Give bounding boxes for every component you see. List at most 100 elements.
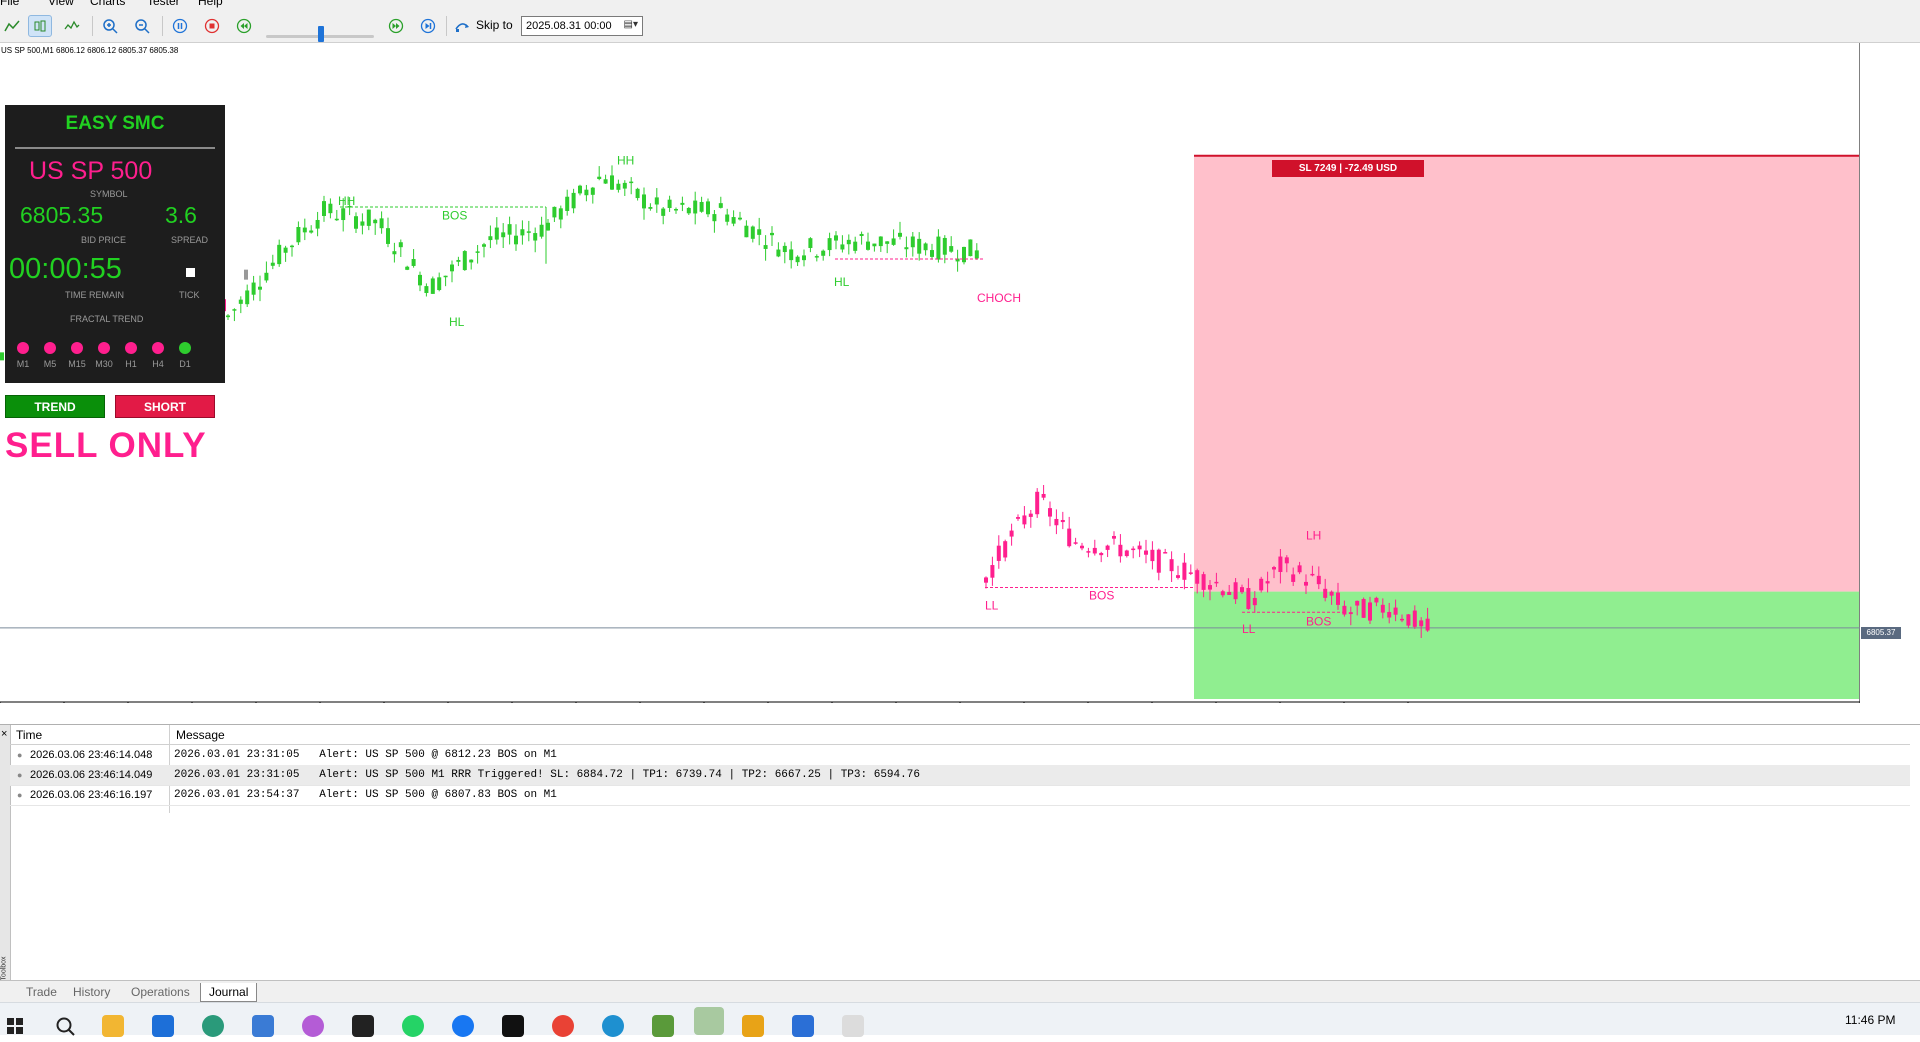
col-time-header[interactable]: Time — [16, 728, 42, 742]
candle-body — [552, 206, 557, 218]
candle-body — [315, 219, 320, 229]
speed-slider-thumb[interactable] — [318, 26, 324, 42]
journal-row[interactable]: ● 2026.03.06 23:46:14.049 2026.03.01 23:… — [10, 765, 1910, 786]
candle-body — [354, 216, 358, 229]
candle-body — [1400, 618, 1404, 621]
candle-body — [277, 244, 282, 265]
timeframe-label: M15 — [68, 359, 86, 369]
skip-to-date-input[interactable]: 2025.08.31 00:00 ▤▾ — [521, 16, 643, 36]
candle-body — [738, 217, 742, 220]
candle-body — [622, 182, 627, 189]
candle-body — [885, 241, 890, 244]
candle-body — [571, 192, 576, 209]
log-bullet-icon: ● — [17, 770, 23, 780]
candle-body — [558, 208, 563, 220]
candle-body — [1035, 491, 1040, 515]
timeframe-label: D1 — [179, 359, 191, 369]
menu-help[interactable]: Help — [198, 0, 223, 8]
skip-end-icon[interactable] — [416, 15, 440, 37]
tab-journal[interactable]: Journal — [200, 983, 258, 1002]
candle-body — [1067, 528, 1072, 547]
candle-body — [1310, 573, 1315, 576]
candle-body — [795, 256, 800, 263]
tab-operations[interactable]: Operations — [131, 983, 190, 1001]
candle-body — [949, 246, 954, 252]
candle-body — [1137, 545, 1142, 550]
stop-icon[interactable] — [200, 15, 224, 37]
tab-history[interactable]: History — [73, 983, 110, 1001]
chart-canvas[interactable]: 6901.496896.096890.696885.296879.896874.… — [0, 43, 1860, 703]
take-profit-zone — [1194, 591, 1859, 699]
calendar-dropdown-icon[interactable]: ▤▾ — [624, 19, 638, 30]
candle-body — [244, 269, 248, 280]
journal-row[interactable]: ● 2026.03.06 23:46:14.048 2026.03.01 23:… — [10, 745, 1910, 766]
journal-row[interactable]: ● 2026.03.06 23:46:16.197 2026.03.01 23:… — [10, 785, 1910, 806]
candle-body — [1163, 552, 1168, 554]
candle-body — [808, 238, 813, 248]
candle-body — [526, 231, 531, 233]
structure-label-hl1: HL — [449, 315, 465, 329]
skip-to-icon[interactable] — [450, 15, 474, 37]
rewind-icon[interactable] — [232, 15, 256, 37]
candle-body — [232, 309, 237, 311]
candle-body — [968, 239, 973, 257]
candle-body — [770, 232, 774, 236]
candle-body — [1028, 513, 1033, 517]
menu-charts[interactable]: Charts — [90, 0, 125, 8]
short-trading-button[interactable]: SHORT TRADING — [115, 395, 215, 437]
menu-file[interactable]: File — [0, 0, 19, 8]
windows-start-icon[interactable] — [6, 1017, 24, 1035]
candle-body — [283, 247, 288, 253]
zoom-out-icon[interactable] — [130, 15, 154, 37]
close-icon[interactable]: × — [1, 728, 7, 740]
candle-body — [430, 278, 435, 294]
candle-body — [328, 203, 333, 214]
log-message: 2026.03.01 23:54:37 Alert: US SP 500 @ 6… — [174, 789, 557, 801]
log-message: 2026.03.01 23:31:05 Alert: US SP 500 M1 … — [174, 769, 920, 781]
candle-body — [501, 232, 506, 238]
candle-body — [1336, 592, 1340, 605]
candle-chart-icon[interactable] — [28, 15, 52, 37]
fast-forward-icon[interactable] — [384, 15, 408, 37]
spread-caption: SPREAD — [171, 235, 209, 245]
structure-label-hl2: HL — [834, 275, 850, 289]
line-chart-icon[interactable] — [0, 15, 24, 37]
col-message-header[interactable]: Message — [176, 728, 225, 742]
zoom-in-icon[interactable] — [98, 15, 122, 37]
panel-symbol: US SP 500 — [29, 157, 153, 185]
tab-trade[interactable]: Trade — [26, 983, 57, 1001]
metatrader-icon[interactable] — [694, 1007, 724, 1035]
candle-body — [1060, 519, 1065, 523]
pause-icon[interactable] — [168, 15, 192, 37]
candle-body — [1240, 587, 1244, 593]
candle-body — [1259, 578, 1264, 591]
candle-body — [584, 189, 589, 196]
candle-body — [1284, 557, 1289, 564]
candle-body — [859, 233, 864, 237]
candle-body — [1252, 597, 1257, 606]
menu-view[interactable]: View — [48, 0, 74, 8]
candle-body — [1387, 611, 1392, 618]
candle-body — [258, 286, 262, 290]
candle-body — [424, 286, 429, 293]
candle-body — [1227, 591, 1232, 595]
trend-trading-button[interactable]: TREND TRADING — [5, 395, 105, 437]
candle-body — [1374, 597, 1379, 603]
candle-body — [469, 259, 474, 263]
bar-chart-icon[interactable] — [60, 15, 84, 37]
candle-body — [923, 243, 928, 251]
candle-body — [565, 196, 570, 211]
candle-body — [1195, 570, 1200, 584]
structure-label-bos2: BOS — [1089, 588, 1114, 602]
candle-body — [514, 235, 518, 245]
candle-body — [366, 209, 371, 226]
log-time: 2026.03.06 23:46:14.049 — [30, 769, 153, 781]
price-chart[interactable]: 6901.496896.096890.696885.296879.896874.… — [0, 43, 1860, 703]
candle-body — [731, 217, 736, 224]
menu-tester[interactable]: Tester — [147, 0, 180, 8]
candle-body — [1220, 591, 1225, 596]
candle-body — [840, 244, 845, 250]
candle-body — [296, 227, 301, 243]
candle-body — [1150, 549, 1155, 562]
candle-body — [1182, 562, 1187, 580]
